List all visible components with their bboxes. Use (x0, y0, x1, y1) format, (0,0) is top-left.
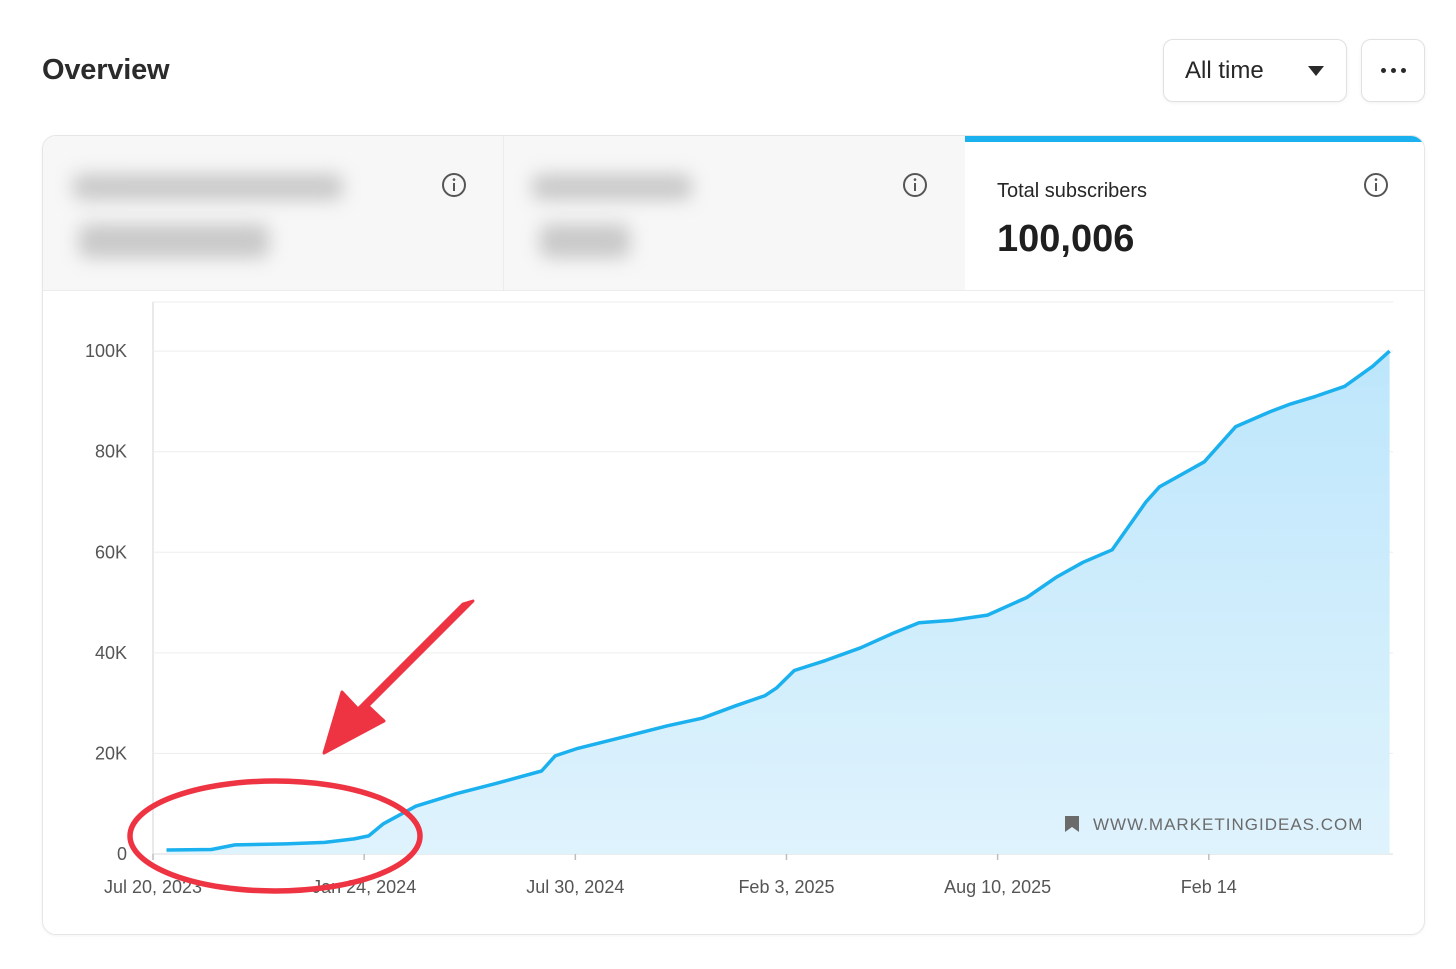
time-range-select[interactable]: All time (1163, 39, 1347, 102)
page-title: Overview (42, 54, 170, 86)
y-tick-label: 0 (117, 844, 127, 864)
time-range-label: All time (1185, 56, 1264, 84)
more-options-button[interactable] (1361, 39, 1425, 102)
x-tick-label: Aug 10, 2025 (944, 877, 1051, 897)
y-tick-label: 20K (95, 743, 127, 763)
overview-card: Total subscribers 100,006 0 20K 40K 60K 80K 1… (42, 135, 1425, 935)
annotation-arrow (322, 599, 475, 755)
more-horizontal-icon (1380, 68, 1406, 73)
x-tick-label: Feb 3, 2025 (738, 877, 834, 897)
x-tick-label: Feb 14 (1181, 877, 1237, 897)
y-tick-label: 100K (85, 341, 127, 361)
watermark-text: WWW.MARKETINGIDEAS.COM (1093, 815, 1363, 834)
subscribers-chart: 020K40K60K80K100K Jul 20, 2023 Jan 24, 20… (85, 301, 1393, 897)
y-tick-label: 60K (95, 542, 127, 562)
caret-down-icon (1308, 65, 1324, 76)
y-tick-label: 80K (95, 442, 127, 462)
watermark: WWW.MARKETINGIDEAS.COM (1065, 815, 1363, 834)
subscribers-area (166, 351, 1390, 854)
y-tick-label: 40K (95, 643, 127, 663)
x-tick-label: Jul 30, 2024 (526, 877, 624, 897)
